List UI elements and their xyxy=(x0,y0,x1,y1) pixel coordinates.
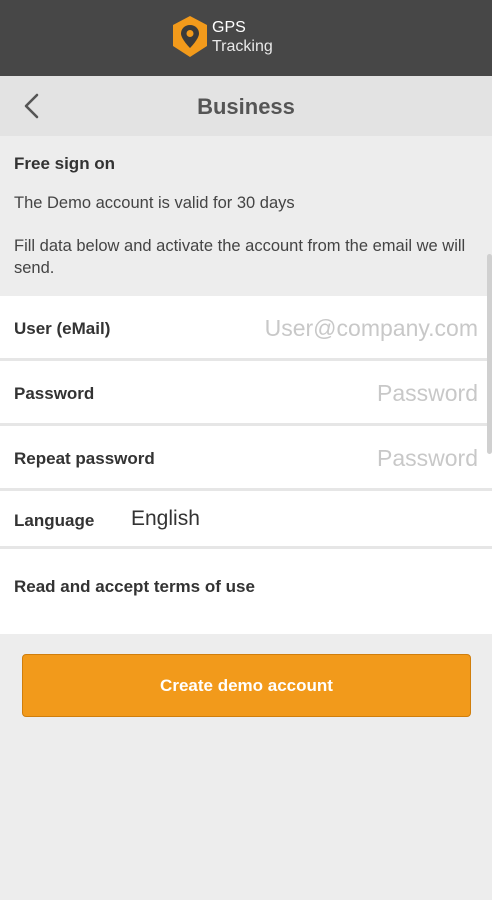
language-value[interactable]: English xyxy=(131,507,200,531)
app-header: GPS Tracking xyxy=(0,0,492,76)
app-logo: GPS Tracking xyxy=(171,14,273,60)
terms-of-use-item[interactable]: Read and accept terms of use xyxy=(0,549,492,634)
logo-subtitle: Tracking xyxy=(212,38,273,55)
navigation-bar: Business xyxy=(0,76,492,136)
user-email-field[interactable]: User (eMail) User@company.com xyxy=(0,296,492,361)
user-email-input[interactable]: User@company.com xyxy=(265,315,478,342)
language-label: Language xyxy=(14,511,95,530)
logo-title: GPS xyxy=(212,19,246,36)
repeat-password-input[interactable]: Password xyxy=(377,445,478,472)
create-demo-account-button[interactable]: Create demo account xyxy=(22,654,471,717)
password-label: Password xyxy=(14,384,95,403)
user-email-label: User (eMail) xyxy=(14,319,111,338)
repeat-password-field[interactable]: Repeat password Password xyxy=(0,426,492,491)
terms-of-use-link[interactable]: Read and accept terms of use xyxy=(14,577,255,597)
instructions-text: Fill data below and activate the account… xyxy=(14,237,466,277)
language-selector[interactable]: Language English xyxy=(0,491,492,549)
scrollbar[interactable] xyxy=(487,254,492,454)
info-section: Free sign on The Demo account is valid f… xyxy=(0,136,492,296)
signup-heading: Free sign on xyxy=(14,154,116,173)
page-title: Business xyxy=(197,94,295,119)
location-pin-icon xyxy=(173,16,207,57)
password-input[interactable]: Password xyxy=(377,380,478,407)
password-field[interactable]: Password Password xyxy=(0,361,492,426)
repeat-password-label: Repeat password xyxy=(14,449,155,468)
validity-text: The Demo account is valid for 30 days xyxy=(14,194,295,212)
